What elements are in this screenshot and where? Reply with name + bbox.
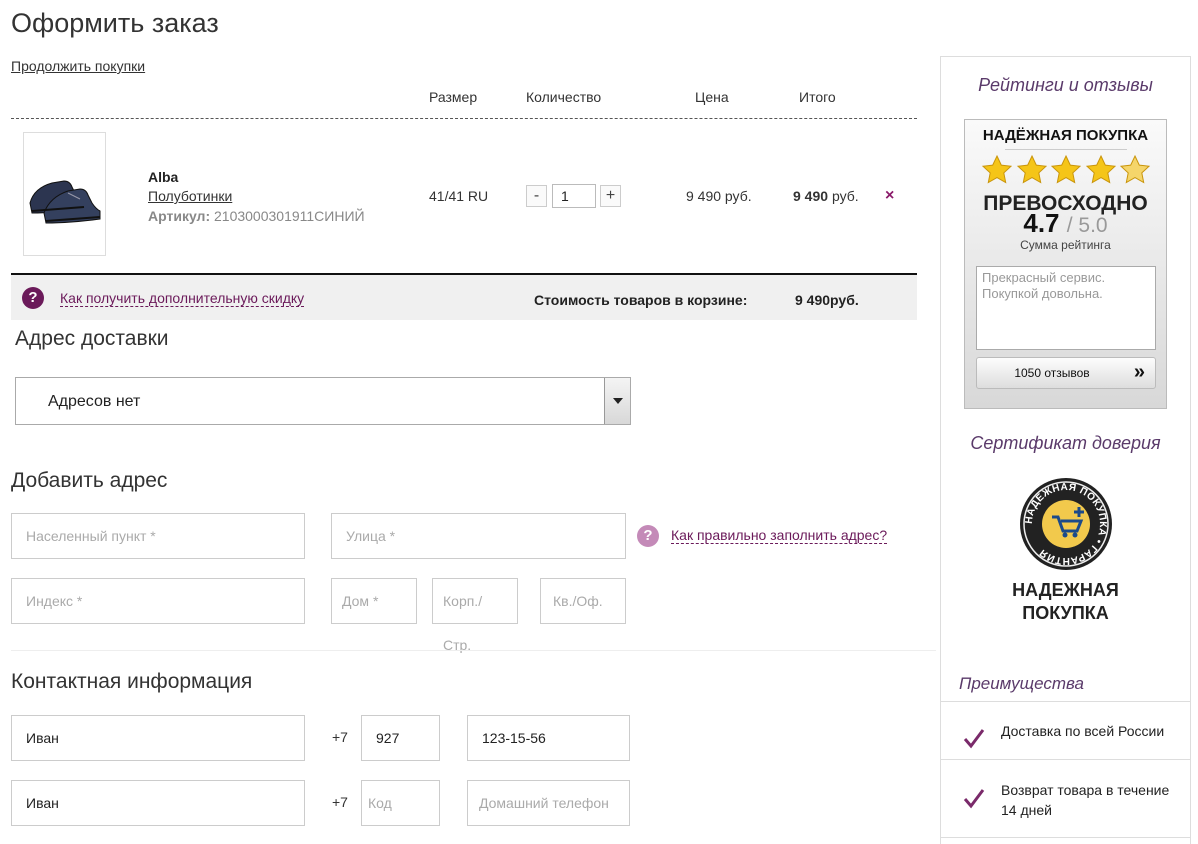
rating-sum-label: Сумма рейтинга <box>1020 238 1111 252</box>
sku-value: 2103000301911СИНИЙ <box>214 208 365 224</box>
checkmark-icon <box>963 729 985 749</box>
delivery-address-title: Адрес доставки <box>15 327 169 350</box>
column-header-total: Итого <box>799 89 836 105</box>
continue-shopping-link[interactable]: Продолжить покупки <box>11 58 145 74</box>
cart-summary-bar: ? Как получить дополнительную скидку Сто… <box>11 273 917 320</box>
discount-info-link[interactable]: Как получить дополнительную скидку <box>60 290 305 307</box>
rating-widget-title: НАДЁЖНАЯ ПОКУПКА <box>982 127 1149 144</box>
certificate-line2: ПОКУПКА <box>1022 603 1109 623</box>
product-name[interactable]: Alba <box>148 169 178 185</box>
address-select-value: Адресов нет <box>48 393 141 410</box>
section-divider <box>11 650 936 651</box>
certificate-line1: НАДЕЖНАЯ <box>1012 580 1119 600</box>
certificate-text: НАДЕЖНАЯ ПОКУПКА <box>941 579 1190 625</box>
star-icon <box>981 154 1013 184</box>
product-sku: Артикул: 2103000301911СИНИЙ <box>148 208 365 224</box>
star-icon <box>1016 154 1047 184</box>
rating-score-max: / 5.0 <box>1066 214 1108 237</box>
product-type-link[interactable]: Полуботинки <box>148 188 232 204</box>
column-header-quantity: Количество <box>526 89 602 105</box>
add-address-title: Добавить адрес <box>11 469 168 492</box>
rating-score: 4.7 / 5.0 <box>965 208 1166 239</box>
qty-input[interactable]: 1 <box>552 184 596 208</box>
product-price: 9 490 руб. <box>686 188 752 204</box>
mobile-phone-field[interactable]: 123-15-56 <box>467 715 630 761</box>
rating-widget[interactable]: НАДЁЖНАЯ ПОКУПКА ПРЕВОСХОДНО 4.7 / 5.0 С… <box>964 119 1167 409</box>
product-size: 41/41 RU <box>429 188 489 204</box>
rating-score-value: 4.7 <box>1023 208 1060 238</box>
name-field-2[interactable]: Иван <box>11 780 305 826</box>
product-total-currency: руб. <box>831 188 859 204</box>
street-field[interactable]: Улица * <box>331 513 626 559</box>
reviews-button-label: 1050 отзывов <box>1014 366 1090 380</box>
product-image[interactable] <box>23 132 106 256</box>
remove-item-icon[interactable]: × <box>885 187 894 205</box>
index-field[interactable]: Индекс * <box>11 578 305 624</box>
column-header-price: Цена <box>695 89 729 105</box>
advantage-text: Доставка по всей России <box>1001 723 1165 739</box>
reviews-button[interactable]: 1050 отзывов » <box>976 357 1156 389</box>
certificate-title: Сертификат доверия <box>970 433 1161 453</box>
page-title: Оформить заказ <box>11 8 219 38</box>
advantages-title: Преимущества <box>959 674 1084 693</box>
advantages-divider <box>941 759 1190 760</box>
help-icon[interactable]: ? <box>22 287 44 309</box>
advantage-text: Возврат товара в течение 14 дней <box>1001 782 1170 818</box>
star-icon <box>1050 154 1082 184</box>
home-code-field[interactable]: Код <box>361 780 440 826</box>
advantages-divider <box>941 701 1190 702</box>
trust-seal-icon[interactable]: НАДЕЖНАЯ ПОКУПКА • ГАРАНТИЯ <box>1019 477 1113 571</box>
product-total: 9 490 руб. <box>793 188 859 204</box>
name-field[interactable]: Иван <box>11 715 305 761</box>
apartment-field[interactable]: Кв./Оф. <box>540 578 626 624</box>
header-divider <box>11 118 917 119</box>
column-header-size: Размер <box>429 89 478 105</box>
cart-sum-value: 9 490руб. <box>795 292 859 308</box>
qty-minus-button[interactable]: - <box>526 185 547 207</box>
address-help-link[interactable]: Как правильно заполнить адрес? <box>671 527 888 544</box>
contact-info-title: Контактная информация <box>11 670 253 693</box>
review-text-box: Прекрасный сервис. Покупкой довольна. <box>976 266 1156 350</box>
mobile-code-field[interactable]: 927 <box>361 715 440 761</box>
rating-stars <box>981 154 1151 188</box>
star-icon <box>1085 154 1116 184</box>
product-total-number: 9 490 <box>793 188 829 204</box>
house-field[interactable]: Дом * <box>331 578 417 624</box>
sidebar: Рейтинги и отзывы НАДЁЖНАЯ ПОКУПКА ПРЕВО… <box>940 56 1191 844</box>
rating-title-underline <box>1005 149 1127 150</box>
address-help-icon[interactable]: ? <box>637 525 659 547</box>
sku-label: Артикул: <box>148 208 211 224</box>
ratings-title: Рейтинги и отзывы <box>978 75 1153 95</box>
home-phone-field[interactable]: Домашний телефон <box>467 780 630 826</box>
building-field[interactable]: Корп./Стр. <box>432 578 518 653</box>
star-icon <box>1119 154 1151 184</box>
city-field[interactable]: Населенный пункт * <box>11 513 305 559</box>
cart-sum-label: Стоимость товаров в корзине: <box>534 292 748 308</box>
chevron-down-icon[interactable] <box>604 378 630 424</box>
phone-prefix-2: +7 <box>332 794 348 810</box>
qty-plus-button[interactable]: + <box>600 185 621 207</box>
advantages-divider <box>941 837 1190 838</box>
address-select[interactable]: Адресов нет <box>15 377 631 425</box>
checkmark-icon <box>963 789 985 809</box>
phone-prefix: +7 <box>332 729 348 745</box>
double-chevron-right-icon: » <box>1133 361 1145 383</box>
